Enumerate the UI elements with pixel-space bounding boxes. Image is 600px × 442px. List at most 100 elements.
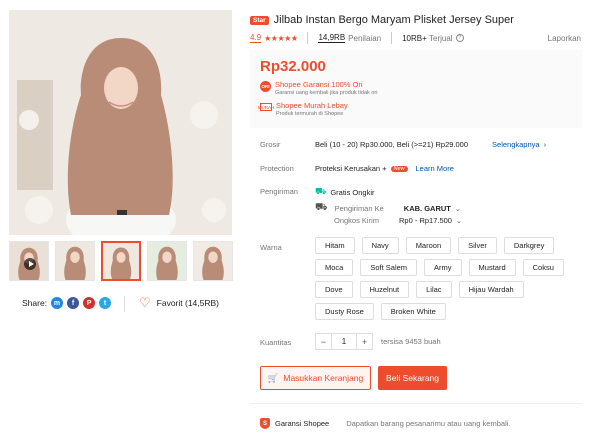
pinterest-icon[interactable]: P — [83, 297, 96, 309]
color-option[interactable]: Soft Salem — [360, 259, 418, 276]
report-link[interactable]: Laporkan — [548, 34, 581, 43]
price-box: Rp32.000 ORI Shopee Garansi 100% Ori Gar… — [250, 50, 582, 128]
color-option[interactable]: Navy — [361, 237, 399, 254]
color-option[interactable]: Maroon — [405, 237, 452, 254]
review-count[interactable]: 14,9RB — [318, 33, 346, 43]
sold-label: Terjual — [429, 33, 453, 43]
color-options: Hitam Navy Maroon Silver Darkgrey Moca S… — [315, 237, 585, 320]
color-option[interactable]: Silver — [458, 237, 497, 254]
color-option[interactable]: Moca — [315, 259, 354, 276]
thumbnail-3[interactable] — [147, 241, 187, 281]
cart-icon: 🛒 — [267, 372, 279, 383]
twitter-icon[interactable]: t — [99, 297, 112, 309]
heart-icon: ♡ — [139, 295, 151, 310]
product-main-image[interactable] — [9, 10, 232, 235]
color-option[interactable]: Dove — [315, 281, 353, 298]
shipping-to-label: Pengiriman Ke — [334, 204, 384, 213]
thumbnail-video[interactable] — [9, 241, 49, 281]
price: Rp32.000 — [260, 58, 326, 75]
murah-lebay[interactable]: MURAH Shopee Murah Lebay Produk termurah… — [257, 101, 348, 117]
free-shipping-row: ⛟ Gratis Ongkir — [315, 186, 375, 198]
shipping-to-value[interactable]: KAB. GARUT — [404, 204, 451, 213]
hijab-model-photo — [9, 10, 232, 235]
quantity-stepper: − 1 + tersisa 9453 buah — [315, 333, 441, 350]
chevron-right-icon: › — [543, 140, 547, 149]
protection-label: Protection — [260, 164, 294, 173]
guarantee-title: Shopee Garansi 100% Ori — [275, 80, 363, 89]
star-seller-badge: Star — [250, 15, 269, 25]
quantity-label: Kuantitas — [260, 338, 292, 347]
thumbnail-image — [194, 242, 232, 280]
shopee-guarantee: S Garansi Shopee Dapatkan barang pesanan… — [260, 418, 511, 429]
stock-text: tersisa 9453 buah — [381, 337, 441, 346]
messenger-icon[interactable]: m — [51, 297, 64, 309]
color-option[interactable]: Darkgrey — [503, 237, 555, 254]
thumbnail-4[interactable] — [193, 241, 233, 281]
truck-icon: ⛟ — [315, 202, 328, 213]
add-to-cart-button[interactable]: 🛒 Masukkan Keranjang — [260, 366, 371, 390]
color-option[interactable]: Hijau Wardah — [458, 281, 524, 298]
shipping-cost-row: Ongkos Kirim Rp0 - Rp17.500 ⌄ — [334, 216, 462, 225]
protection-row: Proteksi Kerusakan + New Learn More — [315, 164, 454, 173]
thumbnail-2-selected[interactable] — [101, 241, 141, 281]
murah-badge-icon: MURAH — [257, 103, 275, 111]
color-option[interactable]: Army — [424, 259, 462, 276]
learn-more-link[interactable]: Learn More — [416, 164, 454, 173]
color-option[interactable]: Mustard — [468, 259, 516, 276]
play-icon — [24, 258, 36, 270]
variant-label: Warna — [260, 243, 282, 252]
grosir-label: Grosir — [260, 140, 281, 149]
murah-title: Shopee Murah Lebay — [276, 101, 348, 110]
thumbnail-image — [103, 243, 139, 279]
product-title-row: Star Jilbab Instan Bergo Maryam Plisket … — [250, 14, 590, 26]
shipping-label: Pengiriman — [260, 187, 298, 196]
share-label: Share: — [22, 298, 48, 308]
facebook-icon[interactable]: f — [67, 297, 80, 309]
info-icon[interactable]: ? — [455, 34, 464, 42]
thumbnail-image — [56, 242, 94, 280]
quantity-minus-button[interactable]: − — [315, 333, 332, 350]
product-page: Share: m f P t ♡ Favorit (14,5RB) Star J… — [0, 0, 600, 442]
thumbnail-1[interactable] — [55, 241, 95, 281]
rating-value[interactable]: 4.9 — [250, 33, 262, 43]
grosir-text: Beli (10 - 20) Rp30.000, Beli (>=21) Rp2… — [315, 140, 469, 149]
color-option[interactable]: Coksu — [522, 259, 564, 276]
shield-icon: S — [260, 418, 270, 429]
shipping-cost-value[interactable]: Rp0 - Rp17.500 — [399, 216, 452, 225]
favorite-button[interactable]: ♡ Favorit (14,5RB) — [139, 296, 219, 309]
protection-text: Proteksi Kerusakan + — [315, 164, 387, 173]
quantity-input[interactable]: 1 — [332, 333, 356, 350]
ori-badge-icon: ORI — [260, 81, 271, 92]
thumbnail-strip — [9, 241, 233, 283]
color-option[interactable]: Broken White — [380, 303, 446, 320]
product-title: Jilbab Instan Bergo Maryam Plisket Jerse… — [273, 14, 514, 26]
add-to-cart-label: Masukkan Keranjang — [283, 373, 364, 383]
divider — [307, 32, 309, 44]
guarantee-ori[interactable]: ORI Shopee Garansi 100% Ori Garansi uang… — [260, 80, 377, 96]
sold-count: 10RB+ — [402, 33, 427, 43]
color-option[interactable]: Lilac — [416, 281, 452, 298]
murah-subtitle: Produk termurah di Shopee — [276, 111, 344, 117]
color-option[interactable]: Huzelnut — [359, 281, 410, 298]
shipping-cost-label: Ongkos Kirim — [334, 216, 380, 225]
guarantee-description: Dapatkan barang pesananmu atau uang kemb… — [346, 419, 511, 428]
chevron-down-icon[interactable]: ⌄ — [455, 205, 461, 213]
shipping-to-row: ⛟ Pengiriman Ke KAB. GARUT ⌄ — [315, 202, 461, 215]
color-option[interactable]: Dusty Rose — [315, 303, 374, 320]
star-rating-icon: ★★★★★ — [264, 33, 298, 43]
buy-now-button[interactable]: Beli Sekarang — [378, 366, 447, 390]
share-row: Share: m f P t — [22, 297, 112, 309]
guarantee-subtitle: Garansi uang kembali jika produk tidak o… — [275, 90, 378, 96]
quantity-plus-button[interactable]: + — [356, 333, 373, 350]
new-badge: New — [390, 165, 408, 172]
share-divider — [124, 296, 125, 312]
color-option[interactable]: Hitam — [315, 237, 355, 254]
divider — [250, 403, 582, 404]
review-label: Penilaian — [348, 33, 382, 43]
grosir-row: Beli (10 - 20) Rp30.000, Beli (>=21) Rp2… — [315, 140, 546, 149]
guarantee-label[interactable]: Garansi Shopee — [275, 419, 329, 428]
grosir-more-link[interactable]: Selengkapnya — [492, 140, 540, 149]
free-shipping-icon: ⛟ — [315, 186, 327, 196]
rating-row: 4.9 ★★★★★ 14,9RB Penilaian 10RB+ Terjual… — [250, 32, 581, 44]
chevron-down-icon[interactable]: ⌄ — [456, 217, 462, 225]
